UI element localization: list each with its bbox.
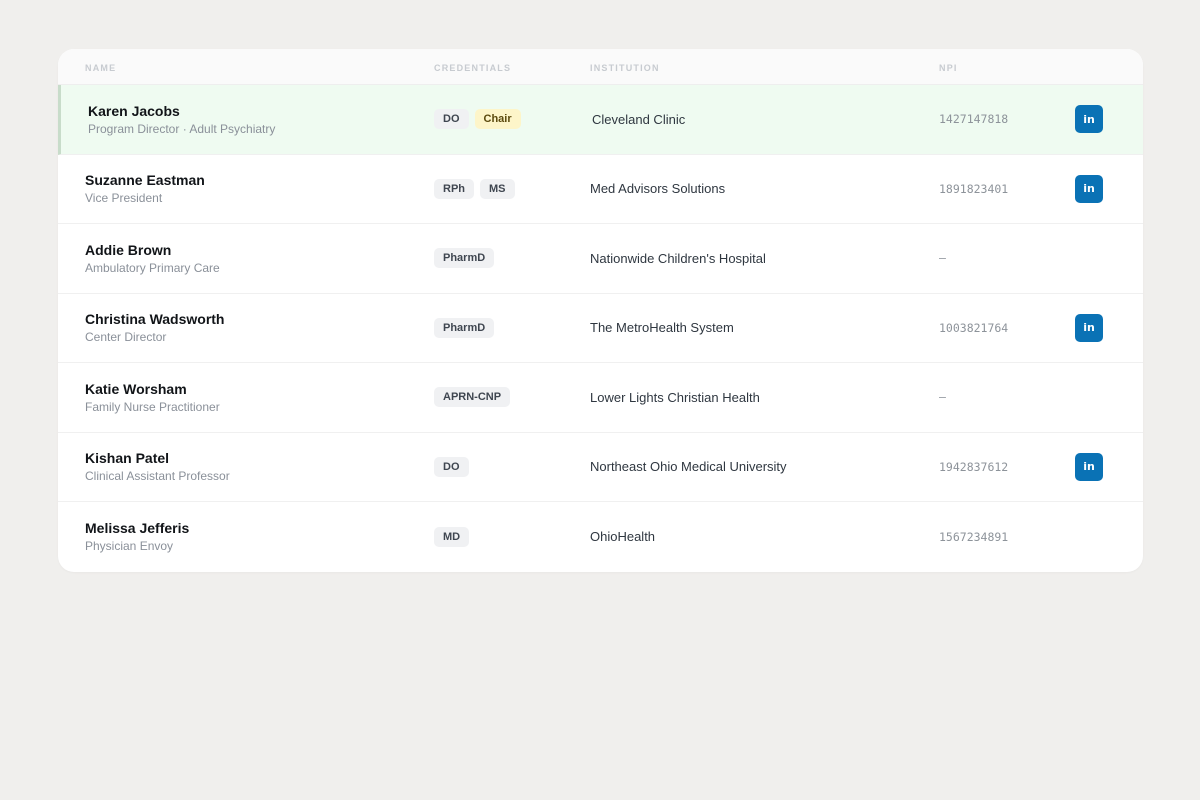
- institution-cell: The MetroHealth System: [590, 320, 734, 336]
- person-role: Center Director: [85, 330, 167, 345]
- credential-badge: MD: [434, 526, 470, 547]
- institution-cell: OhioHealth: [590, 529, 656, 545]
- table-row[interactable]: Katie Worsham Family Nurse Practitioner …: [58, 363, 1143, 433]
- npi-cell: 1427147818: [939, 112, 1009, 127]
- person-name[interactable]: Suzanne Eastman: [85, 172, 205, 188]
- credential-badge: PharmD: [434, 248, 495, 269]
- person-name[interactable]: Kishan Patel: [85, 450, 169, 466]
- person-name[interactable]: Christina Wadsworth: [85, 311, 225, 327]
- person-role: Ambulatory Primary Care: [85, 260, 220, 275]
- credentials-cell: PharmD: [434, 224, 495, 293]
- person-name[interactable]: Melissa Jefferis: [85, 520, 189, 536]
- credential-badge: DO: [434, 456, 469, 477]
- name-cell: Kishan Patel Clinical Assistant Professo…: [85, 433, 230, 502]
- name-cell: Addie Brown Ambulatory Primary Care: [85, 224, 220, 293]
- linkedin-cell: in: [1075, 85, 1103, 154]
- person-role: Program Director · Adult Psychiatry: [88, 121, 276, 136]
- chair-badge: Chair: [474, 109, 521, 130]
- linkedin-icon[interactable]: in: [1075, 105, 1103, 134]
- name-cell: Karen Jacobs Program Director · Adult Ps…: [88, 85, 275, 154]
- linkedin-icon[interactable]: in: [1075, 452, 1103, 481]
- name-cell: Katie Worsham Family Nurse Practitioner: [85, 363, 220, 432]
- table-row[interactable]: Kishan Patel Clinical Assistant Professo…: [58, 433, 1143, 502]
- credential-badge: APRN-CNP: [434, 387, 511, 408]
- table-header: NAME CREDENTIALS INSTITUTION NPI: [58, 49, 1143, 85]
- credential-badge: DO: [434, 109, 469, 130]
- institution-cell: Lower Lights Christian Health: [590, 389, 760, 405]
- table-row[interactable]: Suzanne Eastman Vice President RPh MS Med…: [58, 155, 1143, 224]
- credential-badge: RPh: [434, 178, 474, 199]
- credentials-cell: APRN-CNP: [434, 363, 511, 432]
- column-header-institution[interactable]: INSTITUTION: [590, 63, 660, 73]
- npi-cell: 1567234891: [939, 529, 1009, 544]
- table-row[interactable]: Karen Jacobs Program Director · Adult Ps…: [58, 85, 1143, 155]
- credential-badge: PharmD: [434, 317, 495, 338]
- table-row[interactable]: Christina Wadsworth Center Director Phar…: [58, 294, 1143, 363]
- person-role: Family Nurse Practitioner: [85, 399, 220, 414]
- person-name[interactable]: Addie Brown: [85, 242, 171, 258]
- column-header-credentials[interactable]: CREDENTIALS: [434, 63, 511, 73]
- npi-cell: —: [939, 390, 946, 405]
- linkedin-cell: in: [1075, 155, 1103, 224]
- institution-cell: Nationwide Children's Hospital: [590, 250, 766, 266]
- npi-cell: 1003821764: [939, 320, 1009, 335]
- credential-badge: MS: [480, 178, 515, 199]
- npi-cell: —: [939, 251, 946, 266]
- table-row[interactable]: Addie Brown Ambulatory Primary Care Phar…: [58, 224, 1143, 294]
- institution-cell: Med Advisors Solutions: [590, 181, 726, 197]
- npi-cell: 1891823401: [939, 181, 1009, 196]
- person-role: Vice President: [85, 191, 163, 206]
- table-row[interactable]: Melissa Jefferis Physician Envoy MD Ohio…: [58, 502, 1143, 572]
- name-cell: Christina Wadsworth Center Director: [85, 294, 225, 363]
- name-cell: Suzanne Eastman Vice President: [85, 155, 205, 224]
- linkedin-icon[interactable]: in: [1075, 174, 1103, 203]
- person-name[interactable]: Katie Worsham: [85, 381, 187, 397]
- institution-cell: Northeast Ohio Medical University: [590, 459, 787, 475]
- person-name[interactable]: Karen Jacobs: [88, 103, 180, 119]
- name-cell: Melissa Jefferis Physician Envoy: [85, 502, 189, 572]
- credentials-cell: RPh MS: [434, 155, 515, 224]
- column-header-name[interactable]: NAME: [85, 63, 116, 73]
- institution-cell: Cleveland Clinic: [592, 111, 686, 127]
- people-table: NAME CREDENTIALS INSTITUTION NPI Karen J…: [58, 49, 1143, 572]
- linkedin-cell: in: [1075, 433, 1103, 502]
- credentials-cell: DO Chair: [434, 85, 521, 154]
- npi-cell: 1942837612: [939, 459, 1009, 474]
- credentials-cell: DO: [434, 433, 469, 502]
- person-role: Physician Envoy: [85, 539, 174, 554]
- credentials-cell: PharmD: [434, 294, 495, 363]
- linkedin-icon[interactable]: in: [1075, 313, 1103, 342]
- column-header-npi[interactable]: NPI: [939, 63, 958, 73]
- linkedin-cell: in: [1075, 294, 1103, 363]
- table-body: Karen Jacobs Program Director · Adult Ps…: [58, 85, 1143, 572]
- person-role: Clinical Assistant Professor: [85, 469, 230, 484]
- credentials-cell: MD: [434, 502, 470, 572]
